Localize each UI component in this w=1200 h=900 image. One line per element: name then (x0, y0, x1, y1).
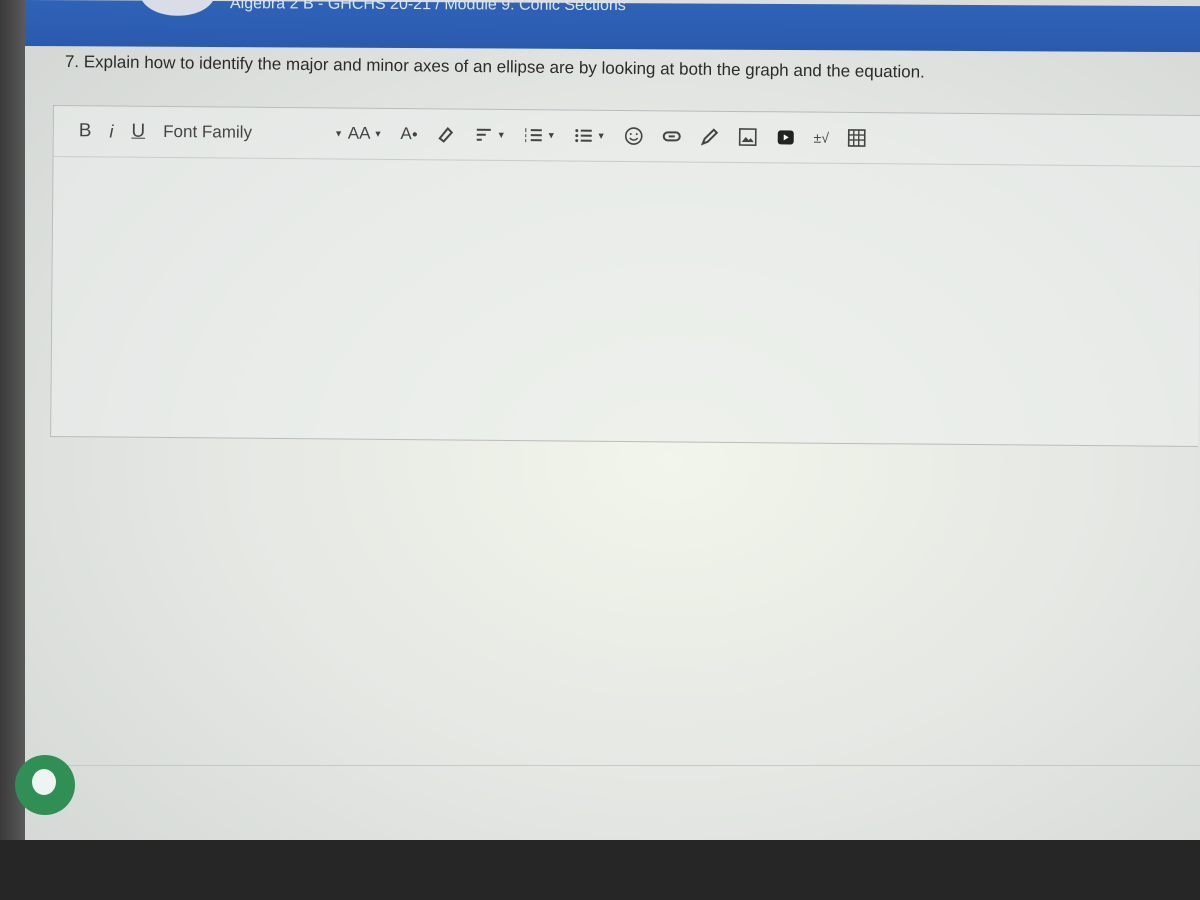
highlighter-icon (438, 126, 454, 143)
avatar[interactable] (140, 0, 215, 16)
drop-icon: ● (411, 128, 418, 140)
table-icon (848, 129, 866, 147)
divider (53, 765, 1200, 766)
chevron-down-icon: ▼ (373, 128, 383, 139)
unordered-list-icon (575, 129, 592, 143)
screen: Algebra 2 B - GHCHS 20-21 / Module 9: Co… (25, 0, 1200, 840)
emoji-button[interactable] (623, 121, 643, 151)
table-button[interactable] (847, 123, 867, 153)
italic-button[interactable]: i (109, 116, 113, 146)
font-color-button[interactable]: A ● (400, 119, 418, 149)
chat-icon[interactable] (15, 755, 75, 815)
link-button[interactable] (661, 121, 681, 151)
image-icon (738, 128, 757, 146)
ordered-list-dropdown[interactable]: ▼ (524, 120, 556, 150)
font-color-icon: A (400, 124, 412, 144)
chevron-down-icon: ▼ (596, 130, 606, 141)
draw-button[interactable] (699, 122, 719, 152)
font-size-label: AA (347, 123, 371, 143)
chevron-down-icon: ▼ (546, 130, 556, 141)
answer-textarea[interactable] (51, 157, 1200, 445)
equation-button[interactable]: ±√ (813, 123, 830, 153)
rich-text-editor: B i U Font Family ▼ AA ▼ A ● ▼ ▼ ▼ ±√ (50, 105, 1200, 448)
chevron-down-icon: ▼ (496, 129, 506, 140)
highlight-button[interactable] (436, 119, 456, 149)
image-button[interactable] (737, 122, 757, 152)
link-icon (662, 131, 681, 142)
font-size-dropdown[interactable]: ▼ AA ▼ (331, 118, 383, 148)
emoji-icon (624, 127, 643, 145)
bold-button[interactable]: B (79, 116, 92, 146)
breadcrumb[interactable]: Algebra 2 B - GHCHS 20-21 / Module 9: Co… (230, 0, 626, 15)
monitor-bezel (0, 840, 1200, 900)
equation-icon: ±√ (813, 129, 830, 146)
video-icon (777, 130, 794, 145)
align-dropdown[interactable]: ▼ (474, 120, 506, 150)
ordered-list-icon (525, 128, 542, 143)
chevron-down-icon: ▼ (334, 128, 344, 139)
font-family-select[interactable]: Font Family (163, 117, 313, 148)
font-family-label: Font Family (163, 121, 253, 142)
course-header: Algebra 2 B - GHCHS 20-21 / Module 9: Co… (25, 0, 1200, 53)
video-button[interactable] (775, 122, 795, 152)
align-left-icon (476, 128, 491, 141)
unordered-list-dropdown[interactable]: ▼ (574, 121, 606, 151)
pencil-icon (700, 128, 719, 146)
underline-button[interactable]: U (131, 117, 145, 147)
question-text: 7. Explain how to identify the major and… (64, 52, 925, 82)
